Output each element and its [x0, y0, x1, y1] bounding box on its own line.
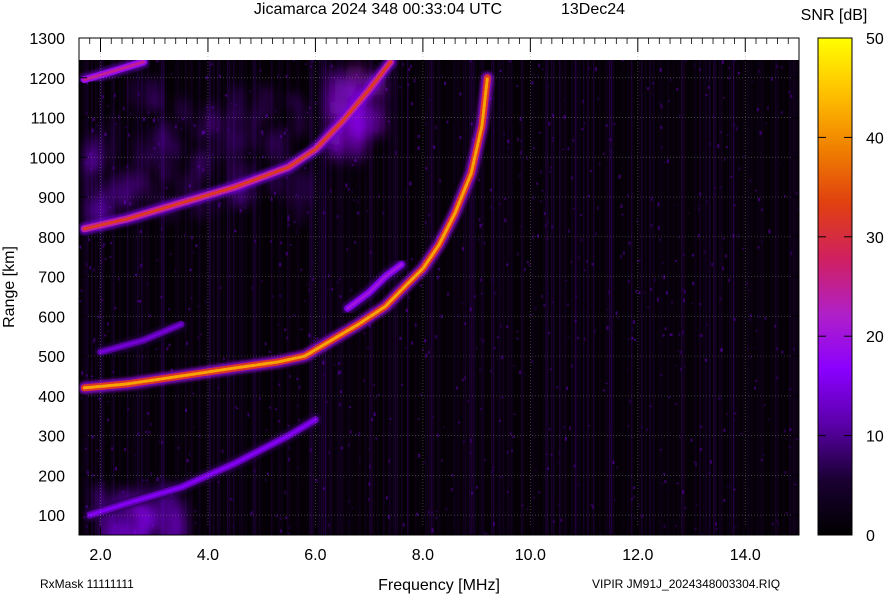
y-tick-label: 1100	[31, 111, 66, 128]
y-tick-label: 100	[38, 508, 65, 525]
x-axis-label: Frequency [MHz]	[378, 577, 500, 594]
y-tick-label: 800	[38, 230, 65, 247]
chart-title: Jicamarca 2024 348 00:33:04 UTC	[254, 1, 502, 18]
ionogram-chart: Jicamarca 2024 348 00:33:04 UTC 13Dec24 …	[1, 1, 884, 594]
colorbar-tick-label: 10	[866, 429, 884, 446]
colorbar-tick-label: 30	[866, 230, 884, 247]
y-tick-label: 200	[38, 468, 65, 485]
x-tick-label: 8.0	[412, 547, 434, 564]
rx-mask-text: RxMask 11111111	[40, 577, 134, 591]
y-tick-label: 400	[38, 389, 65, 406]
y-tick-label: 600	[38, 309, 65, 326]
y-tick-label: 1300	[29, 31, 65, 48]
chart-date: 13Dec24	[561, 1, 625, 18]
colorbar-tick-label: 40	[866, 130, 884, 147]
y-tick-label: 500	[38, 349, 65, 366]
colorbar-label: SNR [dB]	[801, 7, 868, 24]
colorbar-tick-label: 20	[866, 329, 884, 346]
x-tick-label: 4.0	[197, 547, 219, 564]
x-tick-label: 12.0	[622, 547, 653, 564]
y-tick-label: 1200	[29, 71, 65, 88]
x-tick-label: 10.0	[515, 547, 546, 564]
file-name-text: VIPIR JM91J_2024348003304.RIQ	[592, 577, 780, 591]
x-tick-label: 6.0	[304, 547, 326, 564]
colorbar-tick-label: 0	[866, 528, 875, 545]
y-axis-label: Range [km]	[1, 246, 18, 328]
x-tick-label: 2.0	[89, 547, 111, 564]
colorbar-tick-label: 50	[866, 31, 884, 48]
y-tick-label: 300	[38, 429, 65, 446]
y-tick-label: 1000	[29, 150, 65, 167]
colorbar	[817, 37, 853, 536]
y-tick-label: 700	[38, 270, 65, 287]
y-tick-label: 900	[38, 190, 65, 207]
x-tick-label: 14.0	[730, 547, 761, 564]
